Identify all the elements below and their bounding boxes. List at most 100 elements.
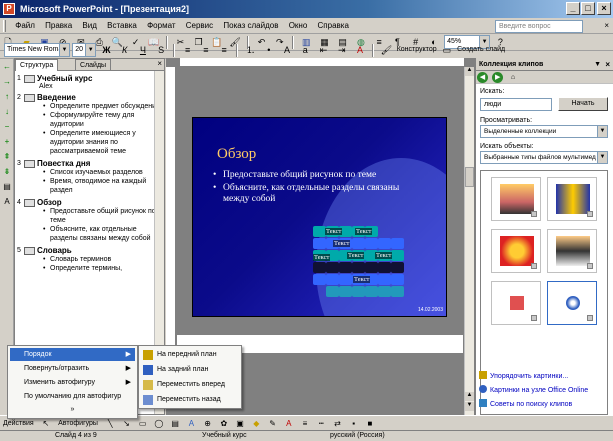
align-right-icon[interactable]: ≡ — [217, 43, 231, 57]
clip-thumbnail[interactable] — [491, 177, 541, 221]
outline-list[interactable]: 1 Учебный курсAlex 2 ВведениеОпределите пре… — [15, 74, 164, 273]
menu-format[interactable]: Формат — [143, 18, 179, 34]
3d-style-icon[interactable]: ■ — [364, 418, 376, 430]
puzzle-label[interactable]: Текст — [353, 276, 371, 283]
scroll-thumb[interactable] — [465, 167, 474, 187]
slide-title[interactable]: Обзор — [217, 146, 256, 163]
search-tips-link[interactable]: Советы по поиску клипов — [479, 399, 572, 408]
clip-thumbnail[interactable] — [491, 229, 541, 273]
collapse-icon[interactable]: − — [1, 121, 13, 133]
menu-item-bring-forward[interactable]: Переместить вперед — [141, 378, 241, 392]
textbox-icon[interactable]: ▤ — [169, 418, 181, 430]
line-color-icon[interactable]: ✎ — [267, 418, 279, 430]
move-up-icon[interactable]: ↑ — [1, 91, 13, 103]
scroll-up-icon[interactable]: ▲ — [465, 67, 474, 76]
tab-outline[interactable]: Структура — [15, 59, 59, 71]
menu-tools[interactable]: Сервис — [182, 18, 217, 34]
menu-grip[interactable] — [3, 20, 6, 32]
puzzle-label[interactable]: Текст — [355, 228, 373, 235]
next-slide-icon[interactable]: ▼ — [465, 402, 474, 411]
powerpoint-app-icon[interactable]: P — [3, 3, 15, 15]
help-search-input[interactable]: Введите вопрос — [495, 20, 583, 33]
wordart-icon[interactable]: A — [185, 418, 197, 430]
organize-clips-link[interactable]: Упорядочить картинки... — [479, 371, 568, 380]
clip-thumbnail[interactable] — [547, 177, 597, 221]
show-formatting-icon[interactable]: A — [1, 196, 13, 208]
home-icon[interactable]: ⌂ — [507, 72, 519, 83]
arrow-style-icon[interactable]: ⇄ — [331, 418, 343, 430]
browse-select[interactable]: Выделенные коллекции ▼ — [480, 125, 608, 138]
horizontal-ruler[interactable] — [180, 58, 464, 67]
decrease-indent-icon[interactable]: ⇤ — [317, 43, 331, 57]
menu-slideshow[interactable]: Показ слайдов — [219, 18, 282, 34]
search-button[interactable]: Начать — [558, 97, 608, 111]
move-down-icon[interactable]: ↓ — [1, 106, 13, 118]
rectangle-icon[interactable]: ▭ — [137, 418, 149, 430]
vertical-ruler[interactable] — [166, 67, 176, 367]
office-online-link[interactable]: Картинки на узле Office Online — [479, 385, 588, 394]
clip-thumbnail[interactable] — [547, 229, 597, 273]
menu-window[interactable]: Окно — [285, 18, 312, 34]
slide-canvas[interactable]: Обзор Предоставьте общий рисунок по теме… — [192, 117, 447, 317]
search-input[interactable]: люди — [480, 98, 552, 111]
outline-slide-entry[interactable]: 5 СловарьСловарь терминовОпределите терми… — [15, 246, 164, 273]
font-size-select[interactable]: 20 ▼ — [72, 43, 97, 57]
chevron-down-icon[interactable]: ▼ — [594, 58, 601, 71]
puzzle-label[interactable]: Текст — [375, 252, 393, 259]
prev-slide-icon[interactable]: ▲ — [465, 392, 474, 401]
new-slide-button[interactable]: Создать слайд — [457, 42, 505, 58]
menu-view[interactable]: Вид — [78, 18, 100, 34]
close-icon[interactable]: × — [605, 58, 610, 71]
designer-button[interactable]: Конструктор — [397, 42, 437, 58]
dash-style-icon[interactable]: ┅ — [315, 418, 327, 430]
outline-slide-entry[interactable]: 2 ВведениеОпределите предмет обсужденияСф… — [15, 93, 164, 156]
tab-slides[interactable]: Слайды — [75, 59, 112, 71]
decrease-font-icon[interactable]: a — [298, 43, 312, 57]
bold-icon[interactable]: Ж — [99, 43, 113, 57]
clipart-icon[interactable]: ✿ — [218, 418, 230, 430]
select-objects-icon[interactable]: ↖ — [40, 418, 52, 430]
italic-icon[interactable]: К — [118, 43, 132, 57]
numbering-icon[interactable]: ⒈ — [244, 43, 258, 57]
outline-slide-entry[interactable]: 1 Учебный курс Alex — [15, 74, 164, 90]
puzzle-label[interactable]: Текст — [347, 252, 365, 259]
puzzle-label[interactable]: Текст — [313, 254, 331, 261]
forward-icon[interactable]: ▶ — [492, 72, 504, 83]
line-style-icon[interactable]: ≡ — [299, 418, 311, 430]
menu-item-rotate[interactable]: Повернуть/отразить ▶ — [10, 362, 135, 375]
designer-icon[interactable]: 🖌 — [379, 43, 393, 57]
puzzle-label[interactable]: Текст — [325, 228, 343, 235]
outline-slide-entry[interactable]: 3 Повестка дняСписок изучаемых разделовВр… — [15, 159, 164, 195]
clip-thumbnail[interactable] — [491, 281, 541, 325]
bullets-icon[interactable]: • — [262, 43, 276, 57]
shadow-style-icon[interactable]: ▪ — [348, 418, 360, 430]
slide-bullets[interactable]: Предоставьте общий рисунок по теме Объяс… — [213, 170, 413, 207]
line-icon[interactable]: ╲ — [104, 418, 116, 430]
clip-thumbnail[interactable] — [547, 281, 597, 325]
increase-indent-icon[interactable]: ⇥ — [335, 43, 349, 57]
increase-font-icon[interactable]: A — [280, 43, 294, 57]
menu-item-default-autoshape[interactable]: По умолчанию для автофигур — [10, 390, 135, 403]
close-document-icon[interactable]: × — [604, 21, 609, 30]
close-button[interactable]: × — [597, 2, 611, 15]
align-center-icon[interactable]: ≡ — [199, 43, 213, 57]
expand-all-icon[interactable]: ⇟ — [1, 166, 13, 178]
font-color-icon[interactable]: A — [283, 418, 295, 430]
menu-insert[interactable]: Вставка — [103, 18, 141, 34]
menu-item-change-autoshape[interactable]: Изменить автофигуру ▶ — [10, 376, 135, 389]
menu-item-order[interactable]: Порядок ▶ — [10, 348, 135, 361]
summary-slide-icon[interactable]: ▤ — [1, 181, 13, 193]
promote-icon[interactable]: ← — [1, 61, 13, 73]
demote-icon[interactable]: → — [1, 76, 13, 88]
menu-item-bring-to-front[interactable]: На передний план — [141, 348, 241, 362]
maximize-button[interactable]: □ — [581, 2, 595, 15]
back-icon[interactable]: ◀ — [477, 72, 488, 83]
expand-icon[interactable]: + — [1, 136, 13, 148]
puzzle-label[interactable]: Текст — [333, 240, 351, 247]
align-left-icon[interactable]: ≡ — [181, 43, 195, 57]
picture-icon[interactable]: ▣ — [234, 418, 246, 430]
diagram-icon[interactable]: ⊕ — [202, 418, 214, 430]
underline-icon[interactable]: Ч — [136, 43, 150, 57]
font-select[interactable]: Times New Roman ▼ — [4, 43, 70, 57]
menu-file[interactable]: Файл — [11, 18, 39, 34]
